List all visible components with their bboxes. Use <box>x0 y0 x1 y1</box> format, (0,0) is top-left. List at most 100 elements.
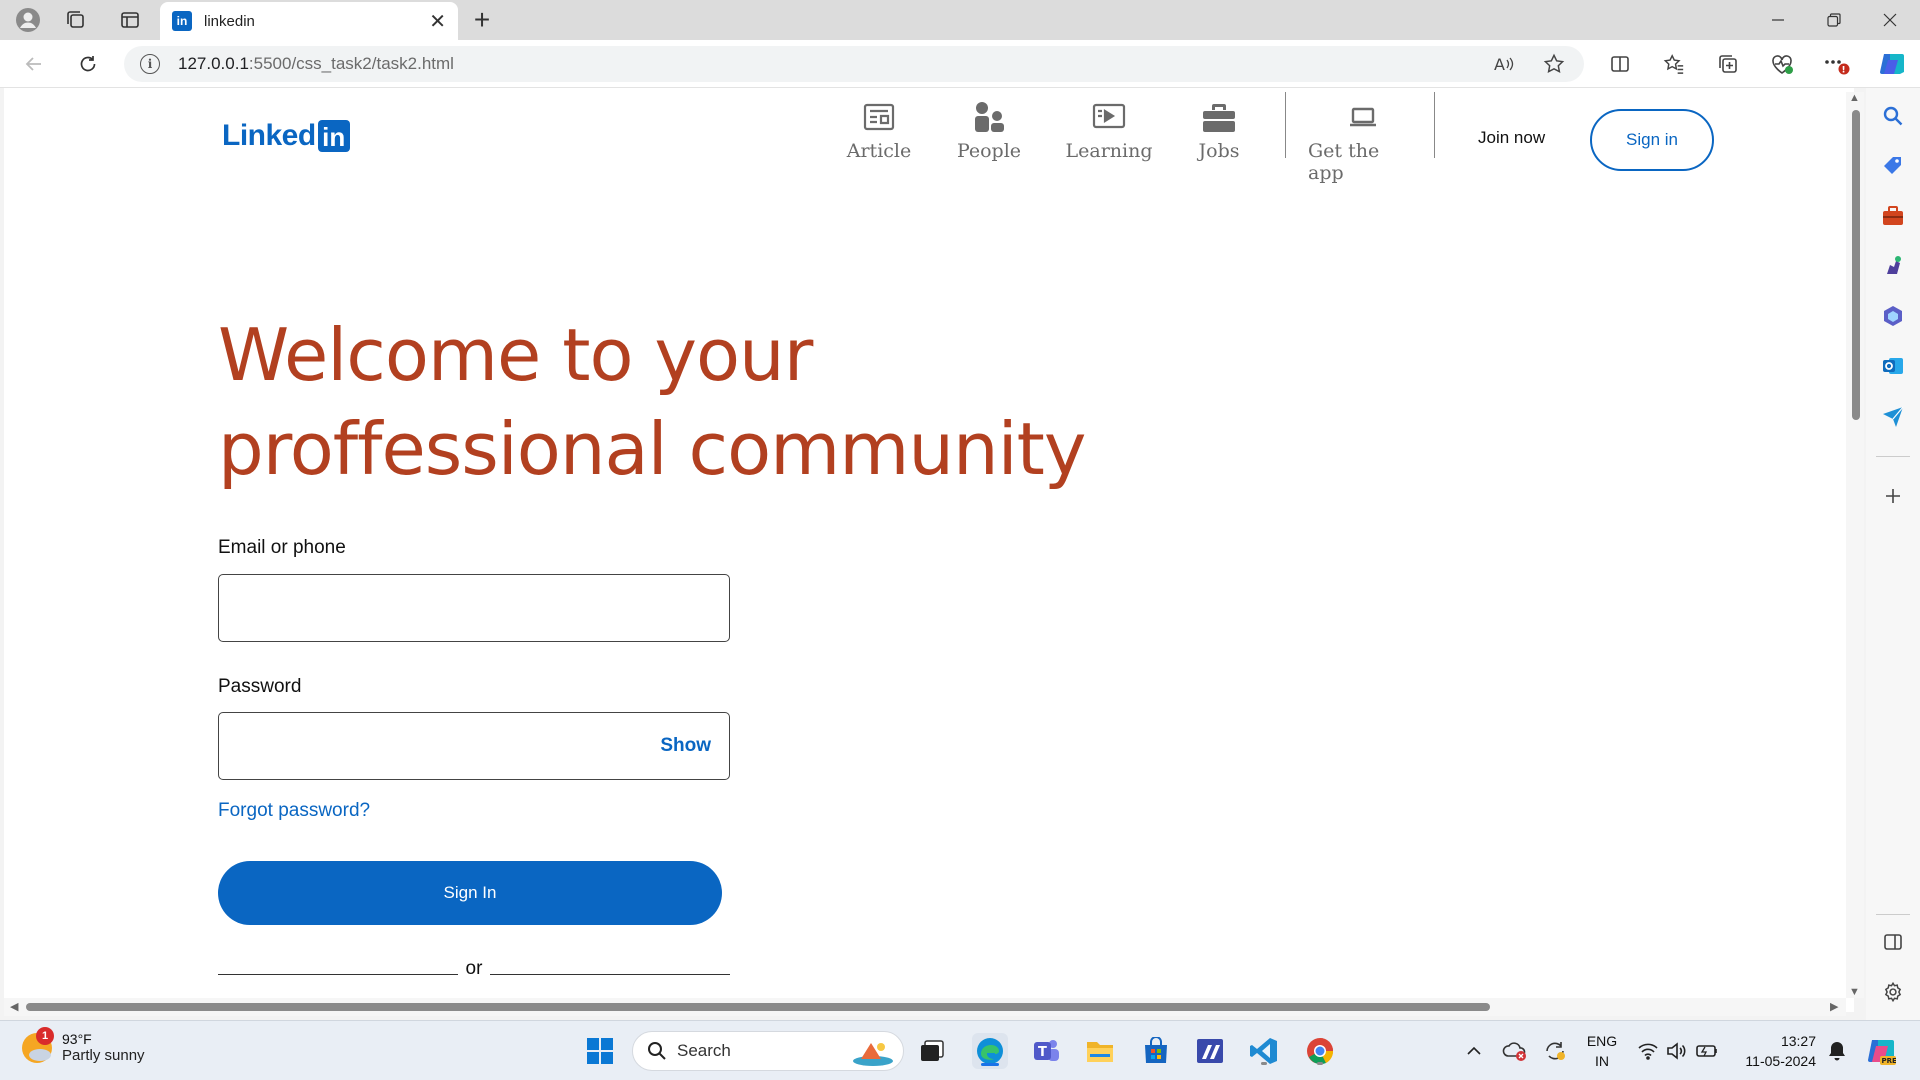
windows-taskbar: 1 93°F Partly sunny Search T ENG IN 13:2… <box>0 1020 1920 1080</box>
nav-jobs-label: Jobs <box>1198 140 1240 162</box>
taskbar-search-box[interactable]: Search <box>632 1031 904 1071</box>
hero-line-1: Welcome to your <box>218 313 813 397</box>
teams-icon[interactable]: T <box>1028 1033 1064 1069</box>
linkedin-logo[interactable]: Linked in <box>222 118 350 154</box>
back-button[interactable] <box>16 48 52 80</box>
edge-taskbar-icon[interactable] <box>972 1033 1008 1069</box>
code-editor-app-icon[interactable] <box>1192 1033 1228 1069</box>
favorites-icon[interactable] <box>1658 48 1690 80</box>
language-code: ENG <box>1586 1033 1618 1049</box>
games-icon[interactable] <box>1879 252 1907 280</box>
url-text: 127.0.0.1:5500/css_task2/task2.html <box>178 54 454 73</box>
running-indicator <box>1317 1062 1323 1065</box>
sign-in-button[interactable]: Sign In <box>218 861 722 925</box>
sidebar-divider <box>1876 456 1910 457</box>
scroll-left-arrow-icon[interactable]: ◀ <box>10 1000 18 1013</box>
shopping-tag-icon[interactable] <box>1879 152 1907 180</box>
horizontal-scroll-thumb[interactable] <box>26 1003 1490 1011</box>
scroll-up-arrow-icon[interactable]: ▲ <box>1849 92 1860 104</box>
hero-line-2: proffessional community <box>218 407 1087 491</box>
favorite-star-icon[interactable] <box>1538 48 1570 80</box>
address-bar-row: i 127.0.0.1:5500/css_task2/task2.html A … <box>0 40 1920 88</box>
divider-line <box>218 963 458 975</box>
language-indicator[interactable]: ENG IN <box>1582 1031 1622 1071</box>
battery-icon[interactable] <box>1694 1021 1720 1080</box>
nav-article[interactable]: Article <box>824 100 934 162</box>
volume-icon[interactable] <box>1664 1021 1688 1080</box>
site-info-icon[interactable]: i <box>140 54 160 74</box>
outlook-icon[interactable] <box>1879 352 1907 380</box>
hide-sidebar-icon[interactable] <box>1879 928 1907 956</box>
scroll-down-arrow-icon[interactable]: ▼ <box>1849 986 1860 998</box>
scroll-right-arrow-icon[interactable]: ▶ <box>1830 1000 1838 1013</box>
email-field[interactable] <box>218 574 730 642</box>
notification-bell-icon[interactable] <box>1824 1021 1850 1080</box>
weather-widget[interactable]: 1 93°F Partly sunny <box>22 1026 145 1064</box>
nav-get-the-app-label: Get the app <box>1308 140 1380 184</box>
laptop-icon <box>1346 100 1380 134</box>
nav-people[interactable]: People <box>934 100 1044 162</box>
browser-tab-bar: in linkedin ✕ + <box>0 0 1920 40</box>
search-icon <box>648 1042 666 1060</box>
tools-icon[interactable] <box>1879 202 1907 230</box>
svg-text:A: A <box>1494 55 1505 74</box>
refresh-button[interactable] <box>70 48 106 80</box>
close-window-button[interactable] <box>1862 0 1918 40</box>
search-icon[interactable] <box>1879 102 1907 130</box>
briefcase-icon <box>1202 100 1236 134</box>
settings-gear-icon[interactable] <box>1879 978 1907 1006</box>
collections-icon[interactable] <box>1712 48 1744 80</box>
minimize-button[interactable] <box>1750 0 1806 40</box>
sync-icon[interactable] <box>1540 1021 1570 1080</box>
nav-learning[interactable]: Learning <box>1054 100 1164 162</box>
file-explorer-icon[interactable] <box>1082 1033 1118 1069</box>
windows-start-icon[interactable] <box>582 1033 618 1069</box>
send-icon[interactable] <box>1879 402 1907 430</box>
more-menu-icon[interactable]: ! <box>1820 48 1852 80</box>
split-screen-icon[interactable] <box>1604 48 1636 80</box>
date-text: 11-05-2024 <box>1745 1053 1816 1069</box>
workspaces-icon[interactable] <box>60 4 92 36</box>
url-field[interactable]: i 127.0.0.1:5500/css_task2/task2.html <box>124 46 1584 82</box>
add-icon[interactable] <box>1879 482 1907 510</box>
nav-jobs[interactable]: Jobs <box>1164 100 1274 162</box>
forgot-password-link[interactable]: Forgot password? <box>218 800 370 822</box>
sign-in-top-button[interactable]: Sign in <box>1590 109 1714 171</box>
profile-icon[interactable] <box>12 4 44 36</box>
join-now-link[interactable]: Join now <box>1478 128 1545 148</box>
browser-essentials-icon[interactable] <box>1766 48 1798 80</box>
vertical-tabs-icon[interactable] <box>114 4 146 36</box>
new-tab-button[interactable]: + <box>466 4 498 36</box>
clock[interactable]: 13:27 11-05-2024 <box>1736 1031 1816 1071</box>
active-tab[interactable]: in linkedin ✕ <box>160 2 458 40</box>
linkedin-favicon-icon: in <box>172 11 192 31</box>
svg-text:!: ! <box>1842 66 1846 76</box>
task-view-icon[interactable] <box>914 1033 950 1069</box>
show-password-button[interactable]: Show <box>660 735 711 757</box>
email-label: Email or phone <box>218 537 346 558</box>
read-aloud-icon[interactable]: A <box>1488 48 1520 80</box>
copilot-preview-icon[interactable]: PRE <box>1864 1021 1898 1080</box>
copilot-icon[interactable] <box>1876 48 1908 80</box>
vertical-scroll-thumb[interactable] <box>1852 110 1860 420</box>
running-indicator <box>1261 1062 1267 1065</box>
chrome-icon[interactable] <box>1302 1033 1338 1069</box>
vertical-scrollbar[interactable]: ▲ ▼ <box>1846 92 1864 998</box>
onedrive-error-icon[interactable] <box>1500 1021 1530 1080</box>
nav-divider <box>1434 92 1435 158</box>
vscode-icon[interactable] <box>1246 1033 1282 1069</box>
password-field[interactable]: Show <box>218 712 730 780</box>
microsoft-store-icon[interactable] <box>1138 1033 1174 1069</box>
nav-get-the-app[interactable]: Get the app <box>1308 100 1418 184</box>
horizontal-scrollbar[interactable]: ◀ ▶ <box>4 998 1846 1016</box>
restore-button[interactable] <box>1806 0 1862 40</box>
time-text: 13:27 <box>1780 1033 1816 1049</box>
close-tab-icon[interactable]: ✕ <box>429 9 446 34</box>
edge-sidebar <box>1866 88 1920 1020</box>
microsoft-365-icon[interactable] <box>1879 302 1907 330</box>
wifi-icon[interactable] <box>1636 1021 1660 1080</box>
or-divider: or <box>218 958 730 980</box>
show-hidden-icons-chevron-icon[interactable] <box>1462 1021 1486 1080</box>
partly-sunny-icon: 1 <box>22 1026 54 1063</box>
nav-people-label: People <box>956 140 1022 162</box>
